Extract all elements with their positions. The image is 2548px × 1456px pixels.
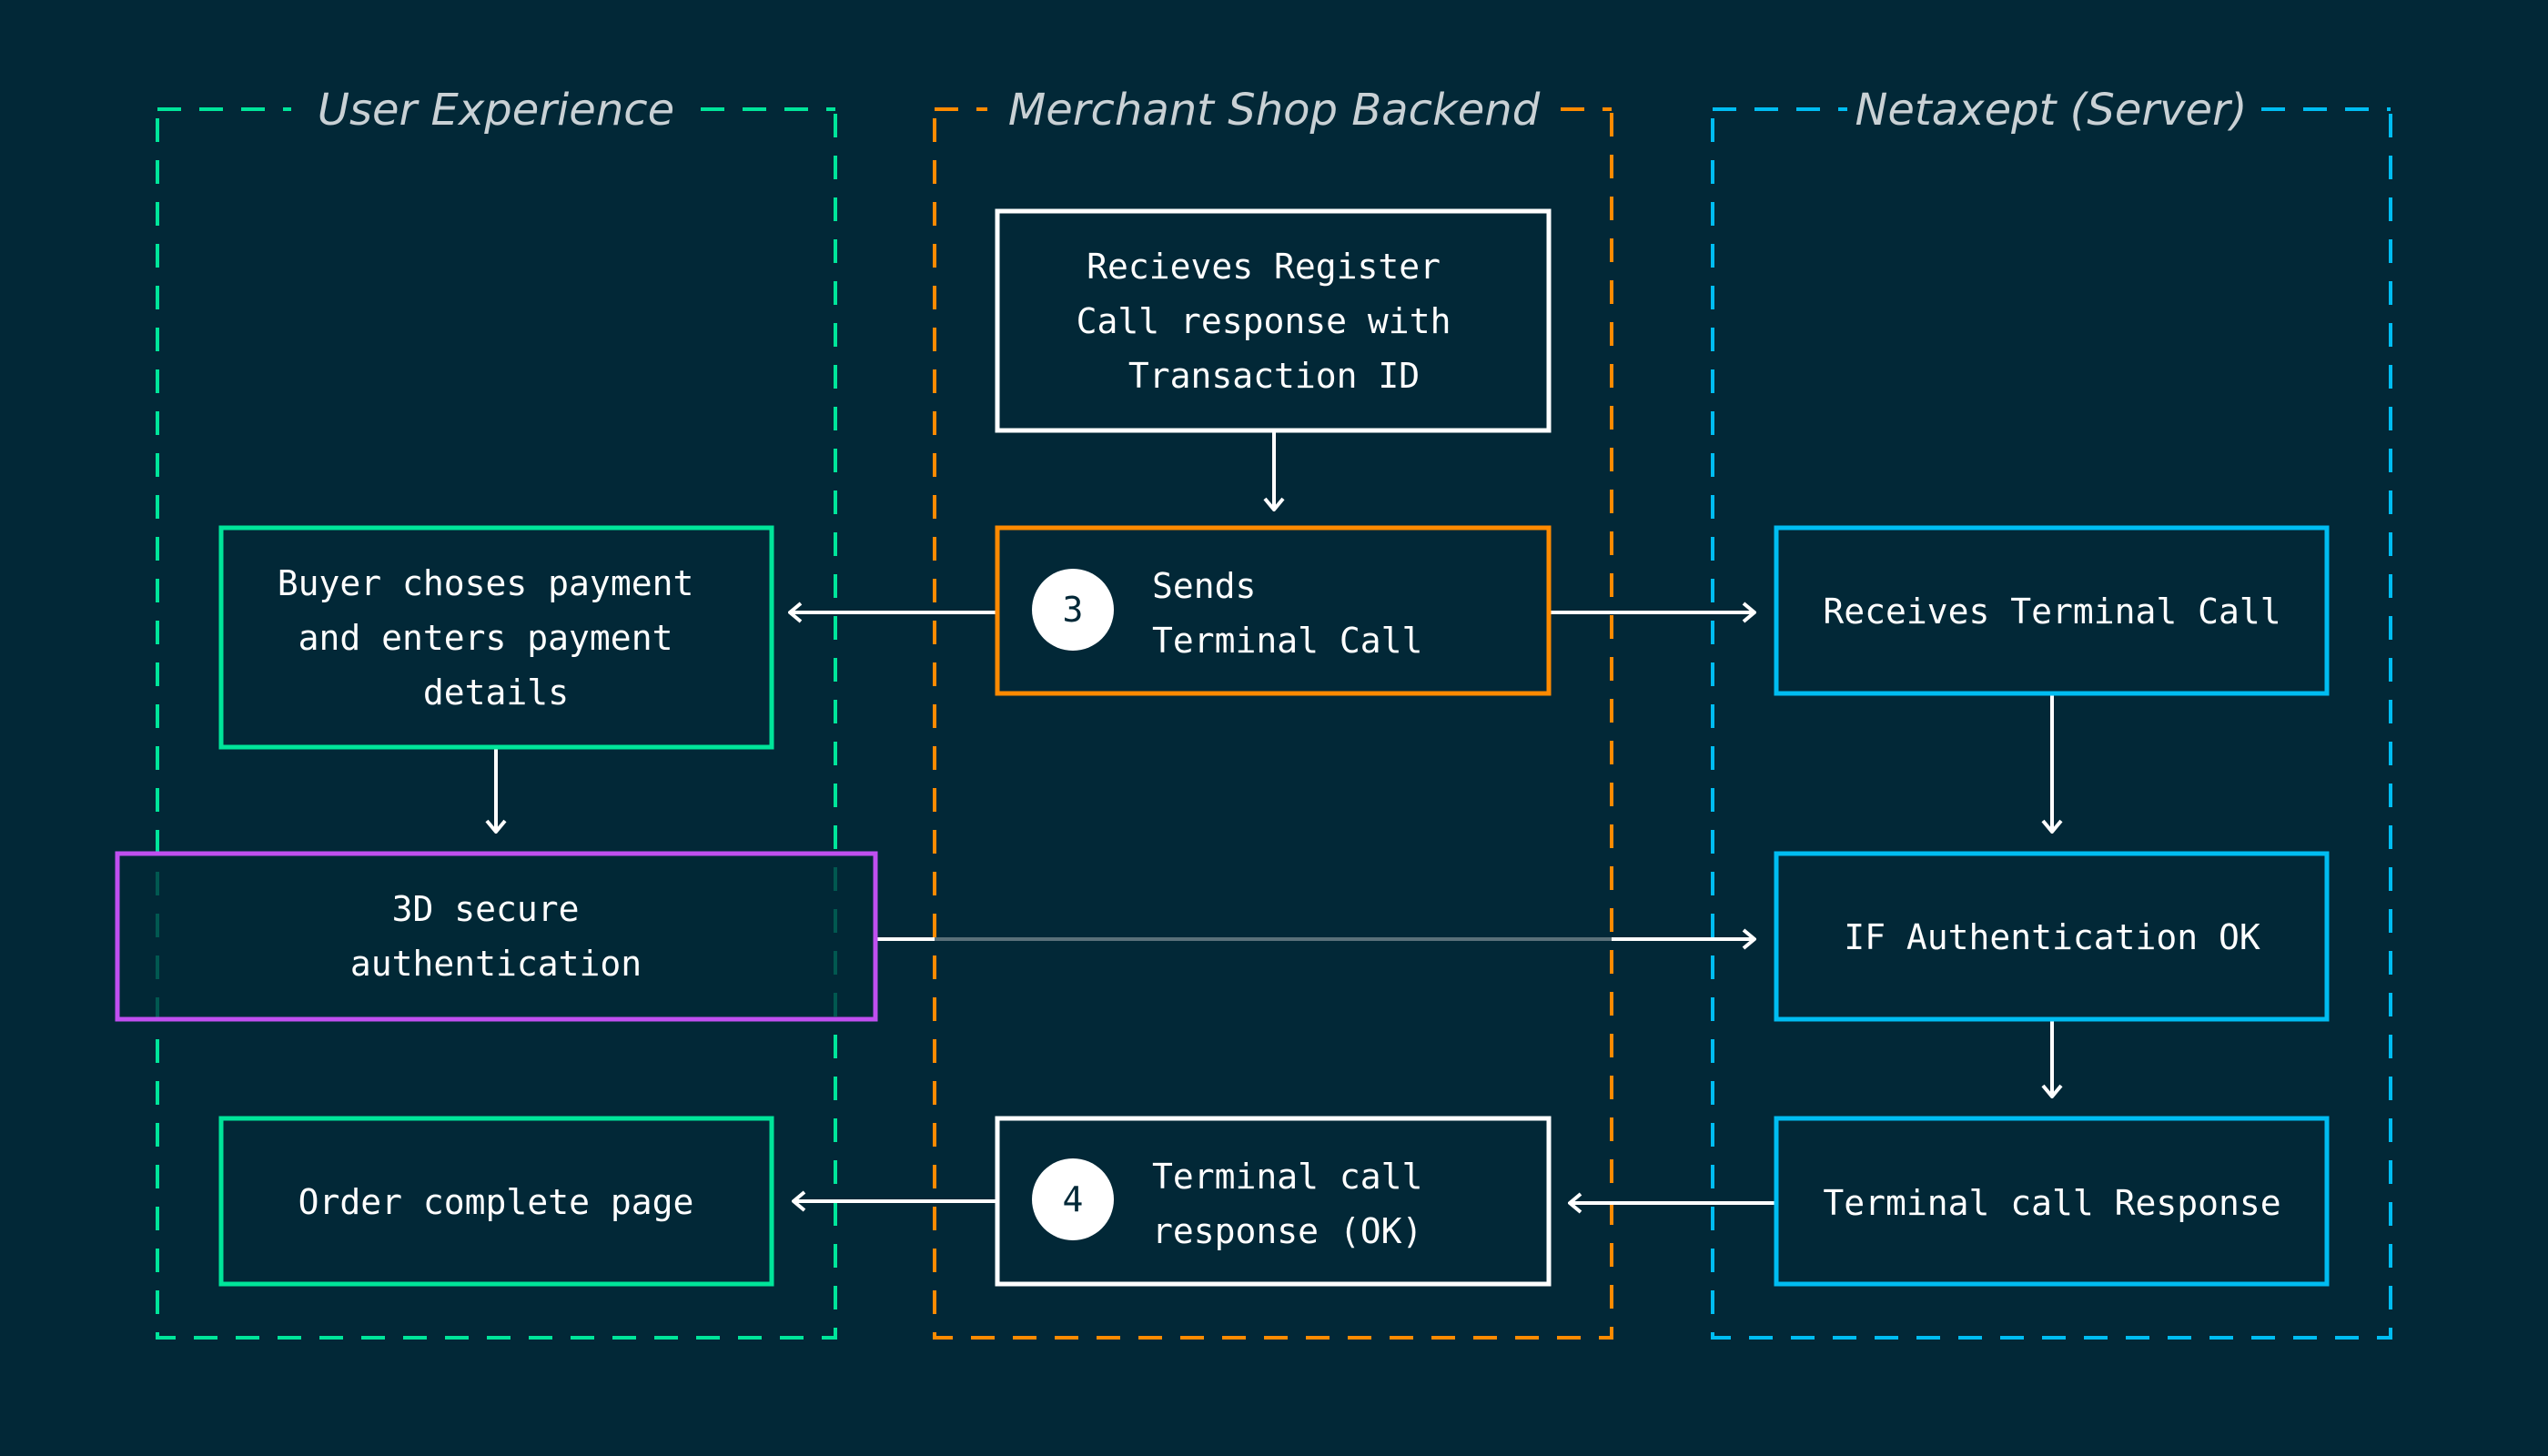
box-receives-terminal-call: Receives Terminal Call <box>1774 525 2330 696</box>
box-text-line: Terminal Call <box>1152 621 1422 661</box>
box-text-line: details <box>423 672 569 713</box>
box-text-line: authentication <box>350 944 642 984</box>
box-text-line: Call response with <box>1077 301 1451 341</box>
box-text-line: 3D secure <box>392 889 580 929</box>
box-terminal-call-response: Terminal call Response <box>1774 1116 2330 1287</box>
box-recieves-register: Recieves Register Call response with Tra… <box>995 208 1552 433</box>
box-3d-secure-authentication: 3D secure authentication <box>115 851 878 1022</box>
lane-title-merchant-backend: Merchant Shop Backend <box>1008 85 1541 136</box>
box-text-line: Buyer choses payment <box>278 563 694 603</box>
box-terminal-call-response-ok: 4 Terminal call response (OK) <box>995 1116 1552 1287</box>
box-text-line: and enters payment <box>298 618 673 658</box>
box-text-line: IF Authentication OK <box>1844 917 2260 957</box>
box-text-line: Transaction ID <box>1128 356 1420 396</box>
svg-text:Recieves Register Call r: Recieves Register Call response with Tra… <box>1077 247 1472 396</box>
box-sends-terminal-call: 3 Sends Terminal Call <box>995 525 1552 696</box>
box-text-line: Terminal call Response <box>1823 1183 2280 1223</box>
box-text-line: Receives Terminal Call <box>1823 592 2280 632</box>
box-text-line: Recieves Register <box>1087 247 1441 287</box>
lane-title-user-experience: User Experience <box>318 85 674 136</box>
step-number: 4 <box>1063 1179 1084 1219</box>
payment-flow-diagram: User Experience Merchant Shop Backend Ne… <box>115 85 2392 1340</box>
box-text-line: response (OK) <box>1152 1211 1422 1251</box>
box-buyer-choses-payment: Buyer choses payment and enters payment … <box>218 525 774 750</box>
box-text-line: Sends <box>1152 566 1256 606</box>
box-text-line: Order complete page <box>298 1182 694 1222</box>
step-number: 3 <box>1063 590 1084 630</box>
box-text-line: Terminal call <box>1152 1157 1422 1197</box>
lane-title-netaxept-server: Netaxept (Server) <box>1855 85 2247 136</box>
box-if-authentication-ok: IF Authentication OK <box>1774 851 2330 1022</box>
box-order-complete-page: Order complete page <box>218 1116 774 1287</box>
